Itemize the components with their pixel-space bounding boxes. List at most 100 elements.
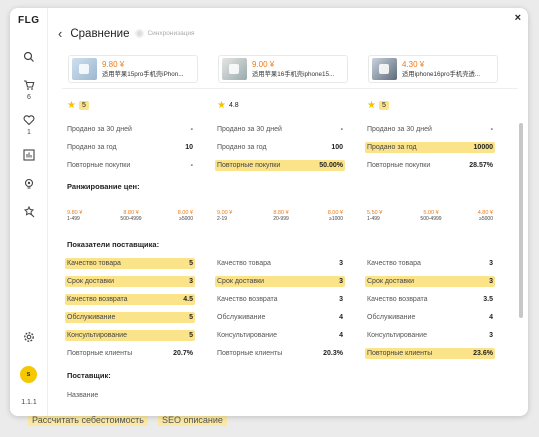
metric-value: 3 [339, 260, 343, 267]
metric-label: Срок доставки [367, 278, 415, 285]
section-supplier: Поставщик: [67, 371, 111, 380]
page-title: Сравнение [70, 27, 130, 40]
metric-row-repeat-clients: Повторные клиенты 23.6% [365, 348, 495, 359]
metric-label: Повторные покупки [367, 162, 431, 169]
metric-value: 3 [339, 296, 343, 303]
tier-range: 20-999 [273, 216, 289, 222]
metric-value: 5 [189, 260, 193, 267]
sync-icon [135, 29, 145, 38]
metric-value: - [190, 162, 193, 169]
scrollbar[interactable] [519, 123, 523, 318]
product-image [222, 58, 247, 80]
metric-value: 100 [331, 144, 343, 151]
metric-value: 10 [185, 144, 193, 151]
tier-range: ≥5000 [179, 216, 193, 222]
metric-label: Продано за 30 дней [367, 126, 432, 133]
metric-row-sold30: Продано за 30 дней - [65, 124, 195, 135]
metric-label: Консультирование [367, 332, 427, 339]
metric-row-returns: Качество возврата 4.5 [65, 294, 195, 305]
metric-row-service: Обслуживание 5 [65, 312, 195, 323]
metric-label: Обслуживание [367, 314, 416, 321]
search-icon[interactable] [19, 48, 39, 66]
settings-icon[interactable] [19, 328, 39, 346]
star-icon: ★ [67, 100, 76, 111]
metric-label: Качество товара [217, 260, 271, 267]
product-card[interactable]: 9.00 ¥ 适用苹果16手机壳iphone15... [218, 55, 348, 83]
price-tier: 4.80 ¥ ≥5000 [453, 210, 493, 222]
rating-value: 4.8 [228, 102, 239, 109]
metric-label: Срок доставки [217, 278, 265, 285]
avatar[interactable]: s [20, 366, 37, 383]
metric-row-consulting: Консультирование 3 [365, 330, 495, 341]
product-price: 9.80 ¥ [102, 60, 125, 69]
metric-label: Повторные покупки [67, 162, 131, 169]
metric-row-sold30: Продано за 30 дней - [365, 124, 495, 135]
rating[interactable]: ★ 5 [367, 100, 389, 111]
lightbulb-icon[interactable] [19, 175, 39, 193]
price-tier: 8.00 ¥ ≥5000 [153, 210, 193, 222]
product-name: 适用苹果16手机壳iphone15... [252, 71, 335, 78]
logo: FLG [18, 15, 40, 26]
metric-label: Повторные покупки [217, 162, 281, 169]
magic-icon[interactable] [19, 203, 39, 221]
main: ‹ Сравнение Синхронизация 9.80 ¥ 适用苹果15p… [48, 8, 528, 416]
metric-value: 3 [489, 260, 493, 267]
tier-range: 1-499 [367, 216, 380, 222]
price-tier: 9.00 ¥2-19 [217, 210, 257, 222]
metric-label: Повторные клиенты [67, 350, 133, 357]
metric-value: 3.5 [483, 296, 493, 303]
metric-row-sold30: Продано за 30 дней - [215, 124, 345, 135]
metric-row-quality: Качество товара 3 [215, 258, 345, 269]
rating-value: 5 [78, 101, 89, 110]
rating[interactable]: ★ 5 [67, 100, 89, 111]
favorites-count: 1 [27, 129, 31, 136]
metric-value: 4 [489, 314, 493, 321]
chart-icon[interactable] [19, 146, 39, 164]
tier-range: 2-19 [217, 216, 228, 222]
metric-row-sold-year: Продано за год 10000 [365, 142, 495, 153]
sync-toggle[interactable]: Синхронизация [135, 29, 195, 38]
tier-range: ≥5000 [479, 216, 493, 222]
metric-label: Срок доставки [67, 278, 115, 285]
price-tier: 5.50 ¥1-499 [367, 210, 407, 222]
metric-value: 5 [189, 314, 193, 321]
metric-value: 3 [189, 278, 193, 285]
metric-row-delivery: Срок доставки 3 [215, 276, 345, 287]
metric-value: 4 [339, 332, 343, 339]
metric-label: Обслуживание [67, 314, 116, 321]
star-icon: ★ [367, 100, 376, 111]
sidebar: FLG 6 1 s 1.1.1 [10, 8, 48, 416]
metric-value: 3 [489, 332, 493, 339]
version-label: 1.1.1 [21, 399, 37, 406]
cart-icon[interactable] [19, 76, 39, 94]
stage: Рассчитать себестоимость SEO описание × F… [0, 0, 539, 437]
product-card[interactable]: 9.80 ¥ 适用苹果15pro手机壳iPhon... [68, 55, 198, 83]
metric-row-delivery: Срок доставки 3 [65, 276, 195, 287]
metric-row-service: Обслуживание 4 [215, 312, 345, 323]
product-name: 适用iphone16pro手机壳透... [402, 71, 481, 78]
metric-label: Обслуживание [217, 314, 266, 321]
product-card[interactable]: 4.30 ¥ 适用iphone16pro手机壳透... [368, 55, 498, 83]
back-icon[interactable]: ‹ [58, 26, 62, 41]
heart-icon[interactable] [19, 111, 39, 129]
metric-row-repeat: Повторные покупки 50.00% [215, 160, 345, 171]
rating-value: 5 [378, 101, 389, 110]
tier-range: ≥1000 [329, 216, 343, 222]
product-name: 适用苹果15pro手机壳iPhon... [102, 71, 184, 78]
metric-label: Качество возврата [217, 296, 278, 303]
price-tier: 8.80 ¥20-999 [261, 210, 301, 222]
metric-label: Продано за 30 дней [217, 126, 282, 133]
metric-label: Продано за 30 дней [67, 126, 132, 133]
product-image [72, 58, 97, 80]
metric-row-repeat: Повторные покупки - [65, 160, 195, 171]
price-tier: 9.80 ¥1-499 [67, 210, 107, 222]
rating[interactable]: ★ 4.8 [217, 100, 239, 111]
metric-label: Качество товара [67, 260, 121, 267]
metric-value: 23.6% [473, 350, 493, 357]
star-icon: ★ [217, 100, 226, 111]
metric-value: 10000 [473, 144, 493, 151]
product-price: 9.00 ¥ [252, 60, 275, 69]
metric-value: - [490, 126, 493, 133]
metric-label: Качество товара [367, 260, 421, 267]
metric-row-service: Обслуживание 4 [365, 312, 495, 323]
